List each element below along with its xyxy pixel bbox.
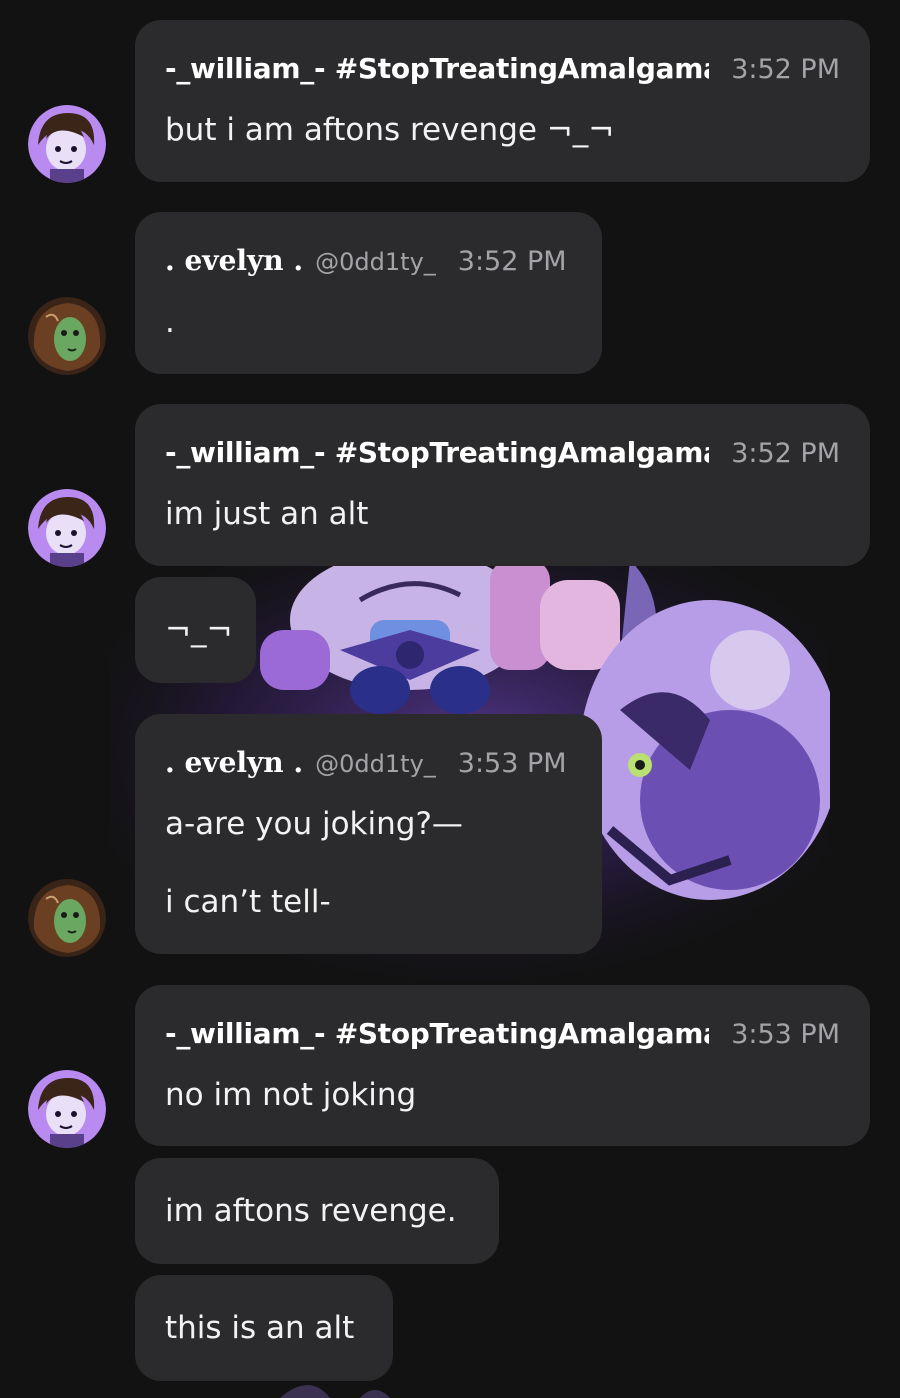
evelyn-avatar[interactable] (28, 297, 106, 375)
timestamp: 3:53 PM (457, 748, 567, 779)
message-text: this is an alt (165, 1310, 355, 1346)
timestamp: 3:52 PM (731, 54, 840, 85)
message-header: -_william_- #StopTreatingAmalgama 3:52 P… (165, 436, 840, 476)
timestamp: 3:52 PM (731, 438, 840, 469)
message-bubble[interactable]: . evelyn . @0dd1ty_ 3:52 PM . (135, 212, 602, 374)
message-text: a-are you joking?— (165, 806, 463, 842)
message-bubble[interactable]: -_william_- #StopTreatingAmalgama 3:52 P… (135, 20, 870, 182)
evelyn-avatar[interactable] (28, 879, 106, 957)
timestamp: 3:52 PM (457, 246, 567, 277)
timestamp: 3:53 PM (731, 1019, 840, 1050)
william-avatar[interactable] (28, 1070, 106, 1148)
author-name[interactable]: -_william_- #StopTreatingAmalgama (165, 52, 709, 85)
william-avatar[interactable] (28, 105, 106, 183)
william-avatar[interactable] (28, 489, 106, 567)
message-text: ¬_¬ (165, 612, 233, 648)
author-name[interactable]: . evelyn . (165, 244, 303, 277)
message-text: im aftons revenge. (165, 1193, 457, 1229)
author-name[interactable]: -_william_- #StopTreatingAmalgama (165, 436, 709, 469)
followup-message-bubble[interactable]: this is an alt (135, 1275, 393, 1381)
author-name[interactable]: . evelyn . (165, 746, 303, 779)
message-text: . (165, 304, 175, 340)
message-text: im just an alt (165, 496, 369, 532)
message-text: but i am aftons revenge ¬_¬ (165, 112, 615, 148)
message-bubble[interactable]: . evelyn . @0dd1ty_ 3:53 PM a-are you jo… (135, 714, 602, 954)
message-header: -_william_- #StopTreatingAmalgama 3:52 P… (165, 52, 840, 92)
message-header: -_william_- #StopTreatingAmalgama 3:53 P… (165, 1017, 840, 1057)
followup-message-bubble[interactable]: im aftons revenge. (135, 1158, 499, 1264)
message-bubble[interactable]: -_william_- #StopTreatingAmalgama 3:52 P… (135, 404, 870, 566)
message-bubble[interactable]: -_william_- #StopTreatingAmalgama 3:53 P… (135, 985, 870, 1146)
message-header: . evelyn . @0dd1ty_ 3:52 PM (165, 244, 572, 284)
message-text: no im not joking (165, 1077, 417, 1113)
author-handle: @0dd1ty_ (315, 248, 436, 276)
author-handle: @0dd1ty_ (315, 750, 436, 778)
message-text: i can’t tell- (165, 884, 331, 920)
author-name[interactable]: -_william_- #StopTreatingAmalgama (165, 1017, 709, 1050)
followup-message-bubble[interactable]: ¬_¬ (135, 577, 256, 683)
message-header: . evelyn . @0dd1ty_ 3:53 PM (165, 746, 572, 786)
